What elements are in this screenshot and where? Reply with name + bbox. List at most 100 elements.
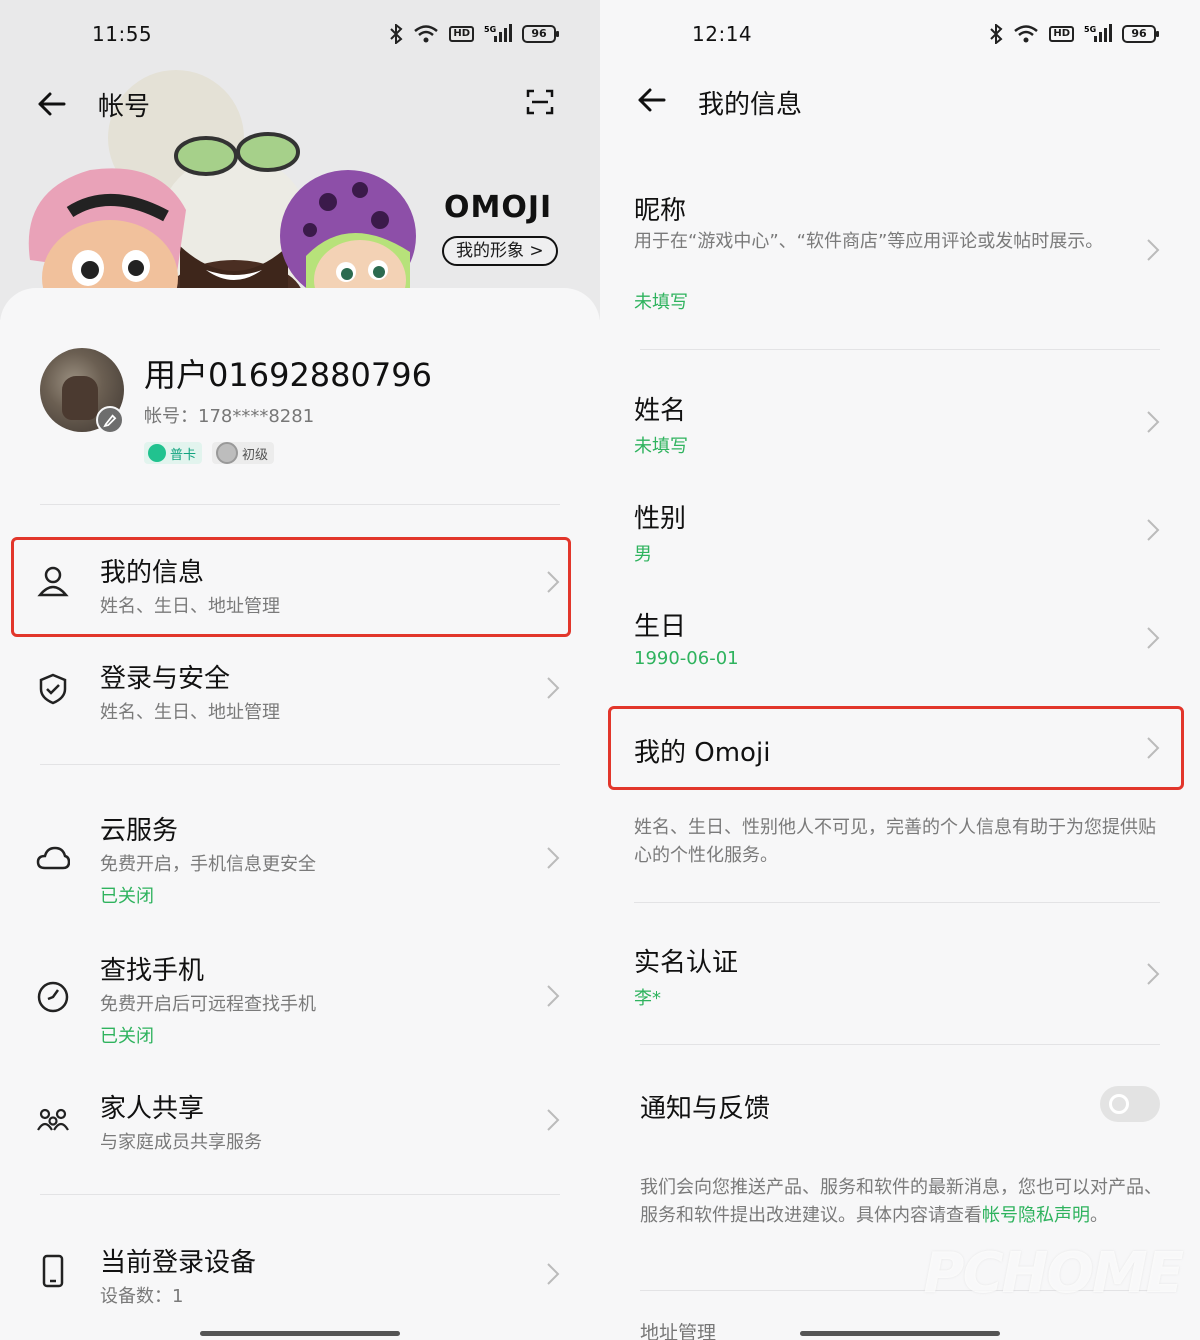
chevron-right-icon — [547, 847, 560, 869]
menu-item-logged-in-devices[interactable]: 当前登录设备 设备数：1 — [0, 1234, 600, 1324]
omoji-characters-illustration — [28, 70, 416, 300]
back-arrow-icon[interactable] — [634, 82, 670, 118]
real-name-verification-row[interactable]: 实名认证 李* — [600, 940, 1200, 1020]
name-row[interactable]: 姓名 未填写 — [600, 388, 1200, 468]
member-badges: 普卡 初级 — [144, 442, 275, 464]
chevron-right-icon — [547, 1263, 560, 1285]
cloud-icon — [36, 846, 70, 870]
menu-item-title: 查找手机 — [100, 956, 205, 986]
battery-icon: 96 — [522, 25, 559, 43]
row-value: 李* — [634, 988, 661, 1009]
level-badge[interactable]: 初级 — [212, 442, 275, 464]
omoji-logo: OMOJI — [444, 190, 553, 225]
notification-note: 我们会向您推送产品、服务和软件的最新消息，您也可以对产品、服务和软件提出改进建议… — [640, 1177, 1162, 1226]
edit-avatar-icon[interactable] — [96, 406, 124, 434]
signal-5g-icon: 5G — [484, 24, 512, 42]
signal-5g-icon: 5G — [1084, 24, 1112, 42]
status-bar: 12:14 HD 5G 96 — [600, 0, 1200, 68]
gem-icon — [148, 444, 166, 462]
row-title: 姓名 — [634, 396, 687, 426]
my-info-screen: 12:14 HD 5G 96 我的信息 昵称 用于在“游戏中心”、“软件商店”等… — [600, 0, 1200, 1340]
birthday-row[interactable]: 生日 1990-06-01 — [600, 604, 1200, 684]
row-value: 1990-06-01 — [634, 648, 739, 669]
status-text: 已关闭 — [100, 886, 154, 907]
menu-item-login-security[interactable]: 登录与安全 姓名、生日、地址管理 — [0, 650, 600, 740]
menu-item-subtitle: 姓名、生日、地址管理 — [100, 702, 280, 723]
shield-icon — [39, 673, 67, 705]
chevron-right-icon — [1147, 963, 1160, 985]
address-management-label[interactable]: 地址管理 — [640, 1318, 716, 1340]
row-description: 用于在“游戏中心”、“软件商店”等应用评论或发帖时展示。 — [634, 231, 1104, 252]
locate-icon — [37, 981, 69, 1013]
status-time: 11:55 — [92, 22, 153, 46]
menu-item-title: 云服务 — [100, 816, 179, 846]
svg-text:5G: 5G — [1084, 25, 1096, 34]
bluetooth-icon — [990, 24, 1003, 44]
username: 用户01692880796 — [144, 356, 432, 394]
page-title: 我的信息 — [698, 90, 803, 120]
menu-item-title: 当前登录设备 — [100, 1248, 257, 1278]
status-time: 12:14 — [692, 22, 753, 46]
level-icon — [216, 442, 239, 464]
divider — [40, 1194, 560, 1195]
row-value: 未填写 — [634, 292, 688, 313]
divider — [640, 349, 1160, 350]
scan-icon[interactable] — [526, 88, 554, 116]
highlight-box — [11, 537, 571, 637]
chevron-right-icon — [1147, 627, 1160, 649]
hd-icon: HD — [1049, 26, 1074, 42]
menu-item-family-sharing[interactable]: 家人共享 与家庭成员共享服务 — [0, 1080, 600, 1170]
row-title: 生日 — [634, 612, 687, 642]
row-value: 未填写 — [634, 436, 688, 457]
divider — [40, 764, 560, 765]
account-screen: 11:55 HD 5G 96 帐号 OMOJI 我的形象 > 用户0169288… — [0, 0, 600, 1340]
hd-icon: HD — [449, 26, 474, 42]
gender-row[interactable]: 性别 男 — [600, 496, 1200, 576]
privacy-note: 姓名、生日、性别他人不可见，完善的个人信息有助于为您提供贴心的个性化服务。 — [634, 817, 1156, 866]
account-number: 帐号：178****8281 — [144, 406, 315, 427]
toggle-knob — [1109, 1094, 1129, 1114]
my-omoji-button[interactable]: 我的形象 > — [442, 236, 558, 266]
wifi-icon — [1014, 25, 1039, 43]
battery-icon: 96 — [1122, 25, 1159, 43]
menu-item-subtitle: 设备数：1 — [100, 1286, 184, 1307]
divider — [634, 902, 1160, 903]
divider — [640, 1044, 1160, 1045]
chevron-right-icon — [1147, 519, 1160, 541]
menu-item-title: 家人共享 — [100, 1094, 205, 1124]
privacy-policy-link[interactable]: 帐号隐私声明 — [982, 1205, 1090, 1226]
menu-item-cloud-service[interactable]: 云服务 免费开启，手机信息更安全 已关闭 — [0, 800, 600, 920]
bluetooth-icon — [390, 24, 403, 44]
chevron-right-icon — [1147, 411, 1160, 433]
omoji-banner: 11:55 HD 5G 96 帐号 OMOJI 我的形象 > — [0, 0, 600, 320]
svg-text:5G: 5G — [484, 25, 496, 34]
menu-item-find-phone[interactable]: 查找手机 免费开启后可远程查找手机 已关闭 — [0, 940, 600, 1060]
nickname-row[interactable]: 昵称 用于在“游戏中心”、“软件商店”等应用评论或发帖时展示。 未填写 — [600, 188, 1200, 328]
card-badge[interactable]: 普卡 — [144, 442, 203, 464]
row-title: 性别 — [634, 504, 687, 534]
phone-icon — [42, 1254, 64, 1288]
home-indicator[interactable] — [200, 1331, 400, 1336]
back-arrow-icon[interactable] — [34, 86, 70, 122]
status-text: 已关闭 — [100, 1026, 154, 1047]
home-indicator[interactable] — [800, 1331, 1000, 1336]
chevron-right-icon — [1147, 239, 1160, 261]
page-title: 帐号 — [98, 92, 151, 122]
watermark: PCHOME — [923, 1241, 1184, 1306]
family-icon — [37, 1108, 69, 1131]
status-icons: HD 5G 96 — [989, 22, 1159, 46]
status-icons: HD 5G 96 — [389, 22, 559, 46]
notification-feedback-title: 通知与反馈 — [640, 1094, 771, 1124]
chevron-right-icon — [547, 1109, 560, 1131]
status-bar: 11:55 HD 5G 96 — [0, 0, 600, 68]
row-title: 昵称 — [634, 196, 687, 226]
wifi-icon — [414, 25, 439, 43]
menu-item-title: 登录与安全 — [100, 664, 231, 694]
divider — [40, 504, 560, 505]
menu-item-subtitle: 免费开启后可远程查找手机 — [100, 994, 316, 1015]
menu-item-subtitle: 免费开启，手机信息更安全 — [100, 854, 316, 875]
row-title: 实名认证 — [634, 948, 739, 978]
notification-toggle[interactable] — [1100, 1086, 1160, 1122]
highlight-box — [608, 706, 1184, 790]
menu-item-subtitle: 与家庭成员共享服务 — [100, 1132, 262, 1153]
